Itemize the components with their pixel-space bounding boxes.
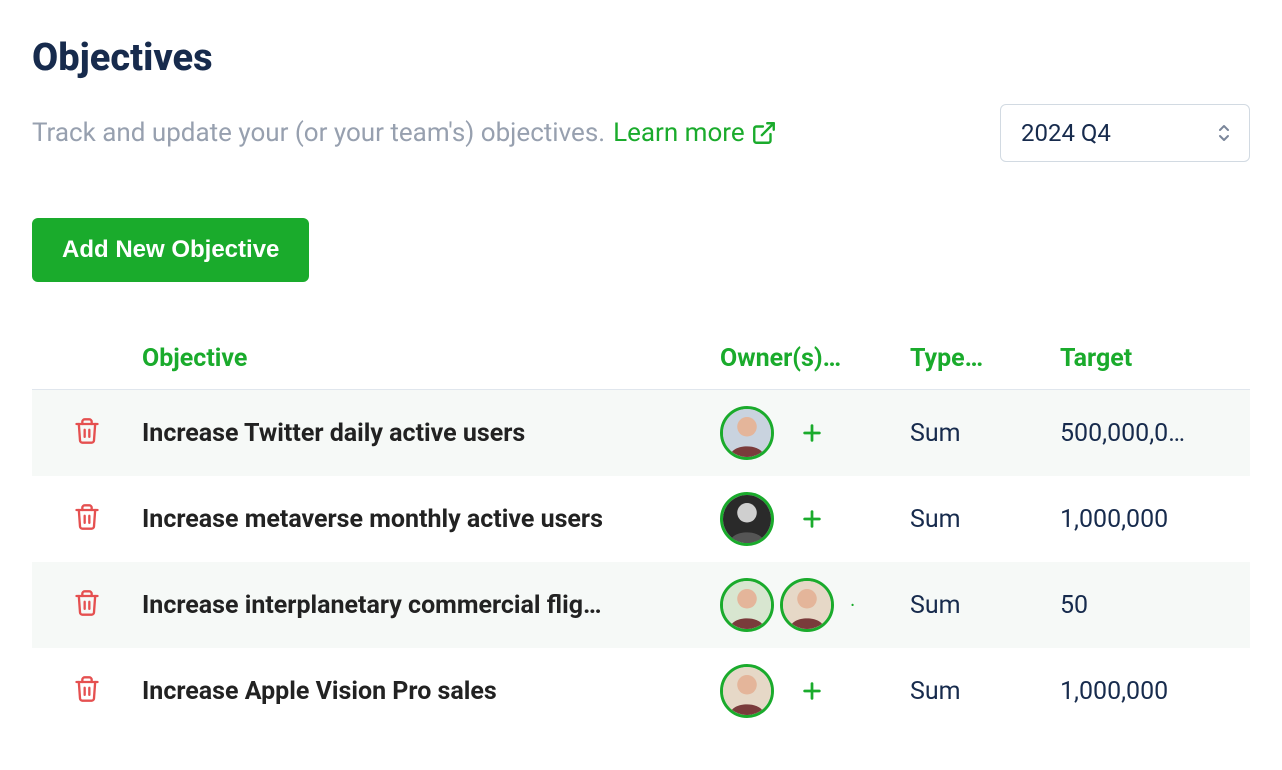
- target-cell[interactable]: 1,000,000: [1050, 505, 1250, 534]
- owner-avatar[interactable]: [720, 492, 774, 546]
- page-title: Objectives: [32, 36, 1250, 80]
- table-header-row: Objective Owner(s)… Type… Target: [32, 328, 1250, 390]
- table-row[interactable]: Increase interplanetary commercial flig……: [32, 562, 1250, 648]
- plus-icon: [801, 680, 823, 702]
- owners-cell: [720, 664, 900, 718]
- type-cell[interactable]: Sum: [900, 591, 1050, 620]
- more-owners-indicator[interactable]: ·: [850, 595, 855, 615]
- add-objective-button[interactable]: Add New Objective: [32, 218, 309, 282]
- select-chevron-icon: [1217, 122, 1231, 144]
- trash-icon: [73, 674, 101, 704]
- delete-cell: [32, 588, 142, 622]
- owner-avatar[interactable]: [720, 664, 774, 718]
- owners-cell: [720, 492, 900, 546]
- trash-icon: [73, 416, 101, 446]
- column-header-target[interactable]: Target: [1050, 344, 1250, 373]
- owner-avatars: [720, 492, 774, 546]
- table-row[interactable]: Increase metaverse monthly active users …: [32, 476, 1250, 562]
- plus-icon: [801, 508, 823, 530]
- add-owner-button[interactable]: [800, 679, 824, 703]
- plus-icon: [801, 422, 823, 444]
- target-cell[interactable]: 1,000,000: [1050, 677, 1250, 706]
- column-header-owners[interactable]: Owner(s)…: [720, 344, 900, 373]
- delete-button[interactable]: [73, 588, 101, 622]
- trash-icon: [73, 588, 101, 618]
- owner-avatar[interactable]: [720, 578, 774, 632]
- subtitle-row: Track and update your (or your team's) o…: [32, 104, 1250, 162]
- target-cell[interactable]: 500,000,0…: [1050, 419, 1250, 448]
- owners-cell: [720, 406, 900, 460]
- table-row[interactable]: Increase Twitter daily active users Sum5…: [32, 390, 1250, 476]
- delete-button[interactable]: [73, 416, 101, 450]
- owner-avatars: [720, 664, 774, 718]
- type-cell[interactable]: Sum: [900, 419, 1050, 448]
- period-value: 2024 Q4: [1021, 119, 1111, 147]
- add-owner-button[interactable]: [800, 421, 824, 445]
- type-cell[interactable]: Sum: [900, 505, 1050, 534]
- delete-cell: [32, 416, 142, 450]
- learn-more-link[interactable]: Learn more: [613, 118, 777, 148]
- delete-cell: [32, 674, 142, 708]
- external-link-icon: [751, 120, 777, 146]
- learn-more-label: Learn more: [613, 118, 745, 148]
- add-owner-button[interactable]: [800, 507, 824, 531]
- objective-name[interactable]: Increase metaverse monthly active users: [142, 505, 720, 534]
- target-cell[interactable]: 50: [1050, 591, 1250, 620]
- type-cell[interactable]: Sum: [900, 677, 1050, 706]
- objectives-table: Objective Owner(s)… Type… Target Increas…: [32, 328, 1250, 734]
- objective-name[interactable]: Increase interplanetary commercial flig…: [142, 591, 720, 620]
- trash-icon: [73, 502, 101, 532]
- column-header-objective[interactable]: Objective: [142, 344, 720, 373]
- objective-name[interactable]: Increase Apple Vision Pro sales: [142, 677, 720, 706]
- owner-avatar[interactable]: [720, 406, 774, 460]
- delete-button[interactable]: [73, 502, 101, 536]
- subtitle-text: Track and update your (or your team's) o…: [32, 118, 605, 148]
- objective-name[interactable]: Increase Twitter daily active users: [142, 419, 720, 448]
- column-header-type[interactable]: Type…: [900, 344, 1050, 373]
- owners-cell: ·: [720, 578, 900, 632]
- owner-avatars: [720, 406, 774, 460]
- delete-button[interactable]: [73, 674, 101, 708]
- owner-avatars: [720, 578, 834, 632]
- table-body: Increase Twitter daily active users Sum5…: [32, 390, 1250, 734]
- owner-avatar[interactable]: [780, 578, 834, 632]
- table-row[interactable]: Increase Apple Vision Pro sales Sum1,000…: [32, 648, 1250, 734]
- subtitle: Track and update your (or your team's) o…: [32, 118, 777, 148]
- period-select[interactable]: 2024 Q4: [1000, 104, 1250, 162]
- delete-cell: [32, 502, 142, 536]
